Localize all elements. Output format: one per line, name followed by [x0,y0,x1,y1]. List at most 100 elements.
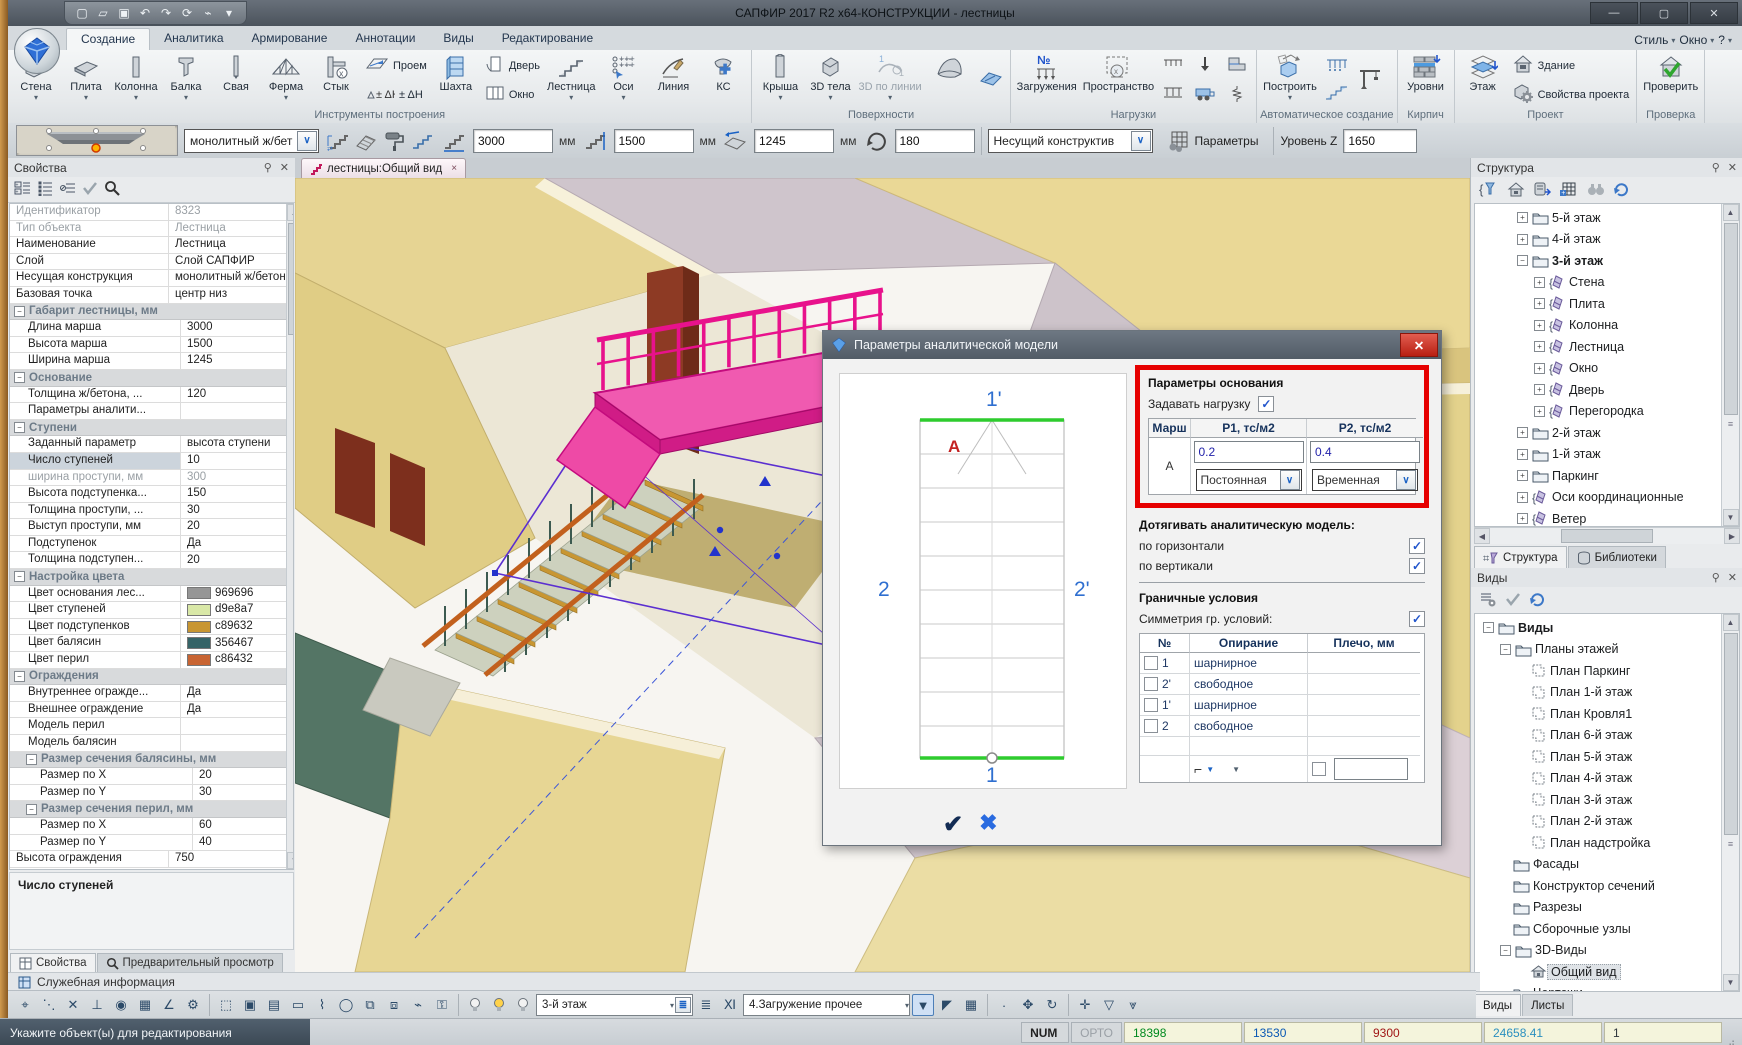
property-value[interactable]: 30 [181,503,286,519]
analytic-params-button[interactable]: Параметры [1159,127,1268,155]
load-dist-icon-button[interactable] [1159,84,1187,106]
categorize-icon[interactable]: ++ [14,180,32,199]
refresh-icon[interactable] [1613,181,1629,200]
property-value[interactable]: Да [181,536,286,552]
Колонна-button[interactable]: Колонна▾ [111,51,161,102]
view-tab[interactable]: лестницы:Общий вид × [301,158,466,178]
expand-icon[interactable]: + [1517,212,1528,223]
chevron-down-icon[interactable]: ▾ [34,93,38,102]
tab-Виды[interactable]: Виды [1474,994,1521,1016]
property-value[interactable]: 969696 [181,586,286,602]
property-value[interactable] [181,718,286,734]
property-row[interactable]: Параметры аналити... [10,403,286,420]
light-aux-icon[interactable] [512,994,534,1016]
structure-scrollbar[interactable]: ▲≡▼ [1721,204,1739,526]
load-down-icon-button[interactable] [1191,55,1219,77]
apply2-icon[interactable]: · [993,994,1015,1016]
symmetry-checkbox[interactable]: ✓ [1409,611,1425,627]
pin-icon[interactable]: ⚲ [1712,161,1720,174]
property-value[interactable] [181,735,286,751]
property-row[interactable]: Базовая точкацентр низ [10,287,286,304]
property-value[interactable]: 40 [193,835,286,851]
collapse-icon[interactable]: − [14,671,25,682]
collapse-icon[interactable]: − [1483,622,1494,633]
expand-icon[interactable]: + [1534,341,1545,352]
property-value[interactable]: 20 [181,552,286,568]
views-item[interactable]: План Кровля1 [1475,703,1721,725]
menu-стиль[interactable]: Стиль▾ [1634,33,1675,47]
polyline-icon[interactable]: ⌇ [311,994,333,1016]
views-item[interactable]: План 4-й этаж [1475,768,1721,790]
funnel2-icon[interactable]: ⩔ [1122,994,1144,1016]
structure-item[interactable]: +2-й этаж [1475,422,1721,444]
expand-icon[interactable]: + [1517,449,1528,460]
bc-row-checkbox[interactable] [1144,698,1158,712]
property-row[interactable]: Цвет основания лес...969696 [10,586,286,603]
collapse-icon[interactable]: − [26,754,37,765]
filter-layers-icon[interactable]: { [1479,181,1499,200]
expand-icon[interactable]: + [1534,277,1545,288]
circle-icon[interactable]: ◯ [335,994,357,1016]
dialog-titlebar[interactable]: Параметры аналитической модели ✕ [823,331,1441,359]
property-group-header[interactable]: −Размер сечения балясины, мм [10,752,286,769]
bc-arm-cell[interactable] [1308,674,1420,695]
annotation-icon[interactable]: Ⅺ [719,994,741,1016]
views-item[interactable]: −Планы этажей [1475,639,1721,661]
Этаж-button[interactable]: Этаж [1458,51,1508,93]
КС-button[interactable]: КС [698,51,748,93]
select-rect-icon[interactable]: ⬚ [215,994,237,1016]
structure-item[interactable]: +5-й этаж [1475,207,1721,229]
move-icon[interactable]: ✛ [1074,994,1096,1016]
property-row[interactable]: Внешнее ограждениеДа [10,702,286,719]
views-item[interactable]: План 6-й этаж [1475,725,1721,747]
chevron-down-icon[interactable]: ▾ [670,1001,674,1010]
ribbon-tab-6[interactable]: Редактирование [488,28,607,50]
structure-item[interactable]: +4-й этаж [1475,229,1721,251]
structural-type-select[interactable]: Несущий конструктив∨ [988,129,1153,153]
Свая-button[interactable]: Свая [211,51,261,93]
property-row[interactable]: Число ступеней10 [10,453,286,470]
snap-settings-icon[interactable]: ⚙ [182,994,204,1016]
snap-midpoint-icon[interactable]: ⋱ [38,994,60,1016]
open-icon[interactable]: ▱ [94,5,112,21]
p2-input[interactable] [1310,441,1420,463]
chevron-down-icon[interactable]: ▾ [134,93,138,102]
property-row[interactable]: Идентификатор8323 [10,204,286,221]
layers-stack-icon[interactable]: ≣ [675,997,691,1013]
pin-icon[interactable]: ⚲ [264,161,272,174]
material-select[interactable]: монолитный ж/бет∨ [184,129,319,153]
menu-?[interactable]: ?▾ [1718,33,1732,47]
structure-item[interactable]: +{Ветер [1475,508,1721,526]
property-row[interactable]: ширина проступи, мм300 [10,470,286,487]
tab-Листы[interactable]: Листы [1522,994,1573,1016]
pin-icon[interactable]: ⚲ [1712,571,1720,584]
Стык-button[interactable]: xСтык [311,51,361,93]
structure-item[interactable]: +1-й этаж [1475,444,1721,466]
Оси-button[interactable]: ++++++Оси▾ [598,51,648,102]
modified-icon[interactable] [60,180,76,199]
views-item[interactable]: План 5-й этаж [1475,746,1721,768]
redo-icon[interactable]: ↷ [157,5,175,21]
collapse-icon[interactable]: − [1500,644,1511,655]
auto-piles-icon-button[interactable] [1322,55,1352,77]
undo-icon[interactable]: ↶ [136,5,154,21]
table-filter-icon[interactable]: ▦ [960,994,982,1016]
minimize-button[interactable]: — [1590,2,1638,24]
light-on-icon[interactable] [488,994,510,1016]
ribbon-tab-3[interactable]: Армирование [238,28,342,50]
copy-icon[interactable]: ▣ [239,994,261,1016]
new-doc-icon[interactable]: ▢ [73,5,91,21]
Пространство-button[interactable]: xПространство [1080,51,1157,93]
funnel-icon[interactable]: ▽ [1098,994,1120,1016]
property-value[interactable]: 356467 [181,635,286,651]
menu-окно[interactable]: Окно▾ [1679,33,1714,47]
more-icon[interactable]: ▾ [220,5,238,21]
Линия-button[interactable]: Линия [648,51,698,93]
stretch-horizontal-checkbox[interactable]: ✓ [1409,538,1425,554]
property-row[interactable]: Выступ проступи, мм20 [10,519,286,536]
property-value[interactable]: 8323 [169,204,286,220]
views-item[interactable]: План надстройка [1475,832,1721,854]
ribbon-tab-4[interactable]: Аннотации [341,28,429,50]
Загружения-button[interactable]: №Загружения [1014,51,1080,93]
structure-item[interactable]: −3-й этаж [1475,250,1721,272]
